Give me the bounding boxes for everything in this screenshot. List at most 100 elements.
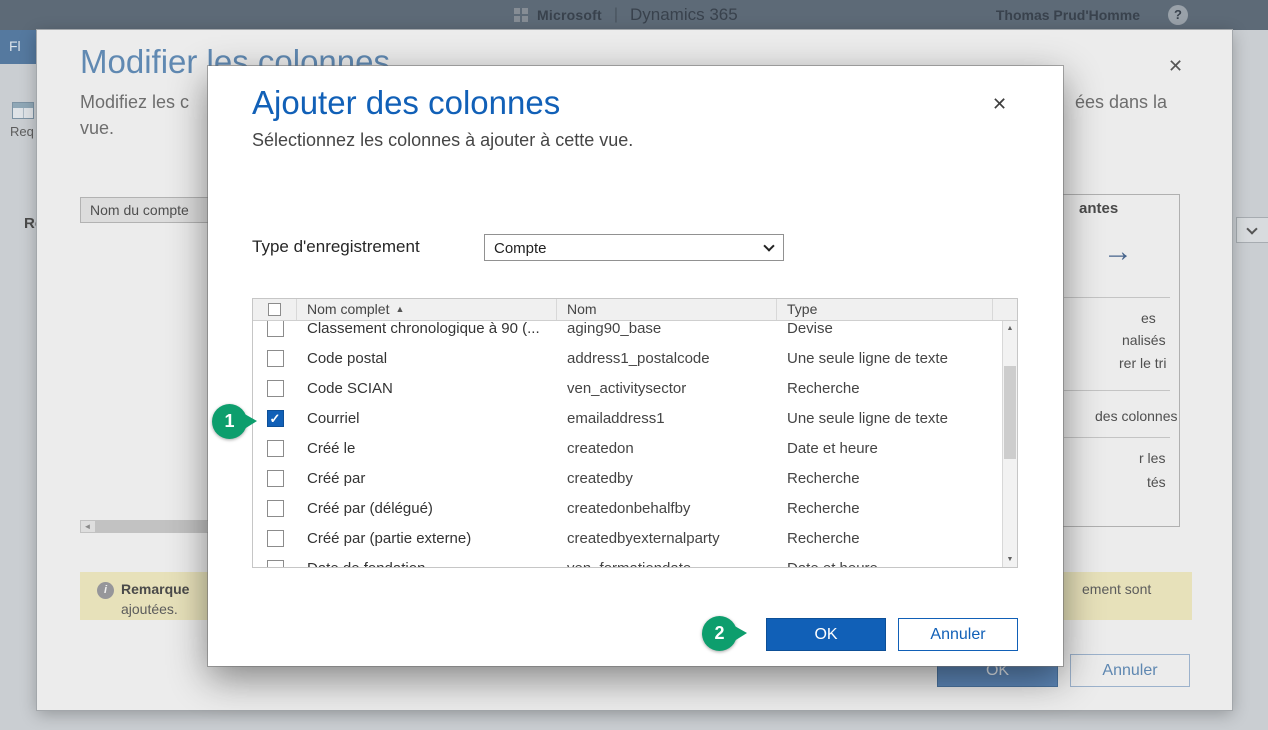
table-row[interactable]: Créé lecreatedonDate et heure bbox=[253, 433, 1002, 463]
top-nav-bar: Microsoft | Dynamics 365 Thomas Prud'Hom… bbox=[0, 0, 1268, 30]
table-row[interactable]: Créé parcreatedbyRecherche bbox=[253, 463, 1002, 493]
product-name: Dynamics 365 bbox=[630, 5, 738, 25]
row-checkbox[interactable] bbox=[267, 530, 284, 547]
cell-full-name: Courriel bbox=[297, 410, 557, 427]
close-icon[interactable]: ✕ bbox=[1168, 56, 1183, 77]
common-tasks-item-fragment[interactable]: tés bbox=[1147, 474, 1166, 490]
row-checkbox[interactable] bbox=[267, 500, 284, 517]
columns-table: Nom complet▲ Nom Type Classement chronol… bbox=[252, 298, 1018, 568]
row-checkbox[interactable] bbox=[267, 440, 284, 457]
record-type-select[interactable]: Compte bbox=[484, 234, 784, 261]
ok-button[interactable]: OK bbox=[766, 618, 886, 651]
microsoft-logo-icon bbox=[514, 8, 528, 22]
panel-separator bbox=[1064, 297, 1170, 298]
ribbon-button-label[interactable]: Req bbox=[10, 124, 34, 139]
chevron-down-icon bbox=[1246, 223, 1257, 234]
row-checkbox[interactable] bbox=[267, 470, 284, 487]
cell-name: aging90_base bbox=[557, 321, 777, 337]
note-text-fragment: ajoutées. bbox=[121, 601, 178, 617]
cell-type: Recherche bbox=[777, 380, 993, 397]
cell-type: Date et heure bbox=[777, 440, 993, 457]
common-tasks-item-fragment[interactable]: es bbox=[1141, 310, 1156, 326]
common-tasks-item-fragment[interactable]: rer le tri bbox=[1119, 355, 1166, 371]
screen: Microsoft | Dynamics 365 Thomas Prud'Hom… bbox=[0, 0, 1268, 730]
row-checkbox-checked[interactable]: ✓ bbox=[267, 410, 284, 427]
select-all-header bbox=[253, 299, 297, 320]
cell-full-name: Classement chronologique à 90 (... bbox=[297, 321, 557, 337]
panel-separator bbox=[1064, 390, 1170, 391]
cell-type: Date et heure bbox=[777, 560, 993, 568]
user-name[interactable]: Thomas Prud'Homme bbox=[996, 7, 1140, 23]
header-full-name[interactable]: Nom complet▲ bbox=[297, 299, 557, 320]
cell-full-name: Créé par bbox=[297, 470, 557, 487]
scroll-up-icon[interactable]: ▲ bbox=[1003, 321, 1017, 336]
common-tasks-item-fragment[interactable]: des colonnes bbox=[1095, 408, 1178, 424]
cell-type: Recherche bbox=[777, 470, 993, 487]
add-columns-dialog: Ajouter des colonnes ✕ Sélectionnez les … bbox=[208, 66, 1063, 666]
add-columns-title: Ajouter des colonnes bbox=[252, 82, 560, 124]
row-checkbox[interactable] bbox=[267, 321, 284, 337]
vertical-scrollbar[interactable]: ▲ ▼ bbox=[1002, 321, 1017, 567]
file-tab[interactable]: Fl bbox=[0, 30, 37, 64]
scroll-down-icon[interactable]: ▼ bbox=[1003, 552, 1017, 567]
help-icon[interactable]: ? bbox=[1168, 5, 1188, 25]
table-row[interactable]: Créé par (délégué)createdonbehalfbyReche… bbox=[253, 493, 1002, 523]
row-checkbox[interactable] bbox=[267, 350, 284, 367]
scrollbar-thumb[interactable] bbox=[1004, 366, 1016, 459]
cell-type: Une seule ligne de texte bbox=[777, 410, 993, 427]
cell-name: address1_postalcode bbox=[557, 350, 777, 367]
microsoft-wordmark: Microsoft bbox=[537, 7, 602, 23]
record-type-label: Type d'enregistrement bbox=[252, 237, 420, 257]
annotation-step-1: 1 bbox=[212, 404, 247, 439]
scroll-left-icon[interactable]: ◄ bbox=[81, 521, 94, 532]
table-row[interactable]: Code SCIANven_activitysectorRecherche bbox=[253, 373, 1002, 403]
cell-name: ven_formationdate bbox=[557, 560, 777, 568]
info-icon: i bbox=[97, 582, 114, 599]
header-type[interactable]: Type bbox=[777, 299, 993, 320]
row-checkbox[interactable] bbox=[267, 560, 284, 568]
view-selector-dropdown[interactable] bbox=[1236, 217, 1268, 243]
table-row[interactable]: Classement chronologique à 90 (...aging9… bbox=[253, 321, 1002, 343]
brand: Microsoft | Dynamics 365 bbox=[514, 0, 738, 30]
common-tasks-item-fragment[interactable]: nalisés bbox=[1122, 332, 1166, 348]
cell-full-name: Code SCIAN bbox=[297, 380, 557, 397]
cell-full-name: Créé le bbox=[297, 440, 557, 457]
cell-full-name: Code postal bbox=[297, 350, 557, 367]
cell-full-name: Date de fondation bbox=[297, 560, 557, 568]
columns-table-header: Nom complet▲ Nom Type bbox=[253, 299, 1017, 321]
table-row[interactable]: Date de fondationven_formationdateDate e… bbox=[253, 553, 1002, 567]
cell-name: createdonbehalfby bbox=[557, 500, 777, 517]
modify-columns-desc-right: ées dans la bbox=[1075, 92, 1167, 113]
cell-type: Recherche bbox=[777, 500, 993, 517]
modify-columns-desc-left: Modifiez les c bbox=[80, 92, 189, 113]
back-cancel-button[interactable]: Annuler bbox=[1070, 654, 1190, 687]
add-columns-subtitle: Sélectionnez les colonnes à ajouter à ce… bbox=[252, 130, 633, 151]
cell-full-name: Créé par (délégué) bbox=[297, 500, 557, 517]
close-icon[interactable]: ✕ bbox=[992, 94, 1007, 115]
select-all-checkbox[interactable] bbox=[268, 303, 281, 316]
common-tasks-title-fragment: antes bbox=[1079, 200, 1118, 217]
annotation-step-2: 2 bbox=[702, 616, 737, 651]
query-table-icon bbox=[12, 102, 34, 119]
header-name[interactable]: Nom bbox=[557, 299, 777, 320]
row-checkbox[interactable] bbox=[267, 380, 284, 397]
modify-columns-desc-line2: vue. bbox=[80, 118, 114, 139]
move-right-arrow-icon[interactable]: → bbox=[1103, 235, 1133, 269]
header-filler bbox=[993, 299, 1017, 320]
cell-name: createdby bbox=[557, 470, 777, 487]
cancel-button[interactable]: Annuler bbox=[898, 618, 1018, 651]
table-row[interactable]: Code postaladdress1_postalcodeUne seule … bbox=[253, 343, 1002, 373]
table-row[interactable]: Créé par (partie externe)createdbyextern… bbox=[253, 523, 1002, 553]
cell-type: Recherche bbox=[777, 530, 993, 547]
common-tasks-item-fragment[interactable]: r les bbox=[1139, 450, 1165, 466]
table-row[interactable]: ✓ Courrielemailaddress1Une seule ligne de… bbox=[253, 403, 1002, 433]
record-type-value: Compte bbox=[494, 240, 547, 257]
panel-separator bbox=[1064, 437, 1170, 438]
cell-name: createdon bbox=[557, 440, 777, 457]
sort-ascending-icon: ▲ bbox=[395, 304, 404, 314]
scrollbar-thumb[interactable] bbox=[95, 521, 207, 532]
note-label: Remarque bbox=[121, 581, 189, 597]
cell-name: createdbyexternalparty bbox=[557, 530, 777, 547]
cell-name: emailaddress1 bbox=[557, 410, 777, 427]
cell-type: Devise bbox=[777, 321, 993, 337]
